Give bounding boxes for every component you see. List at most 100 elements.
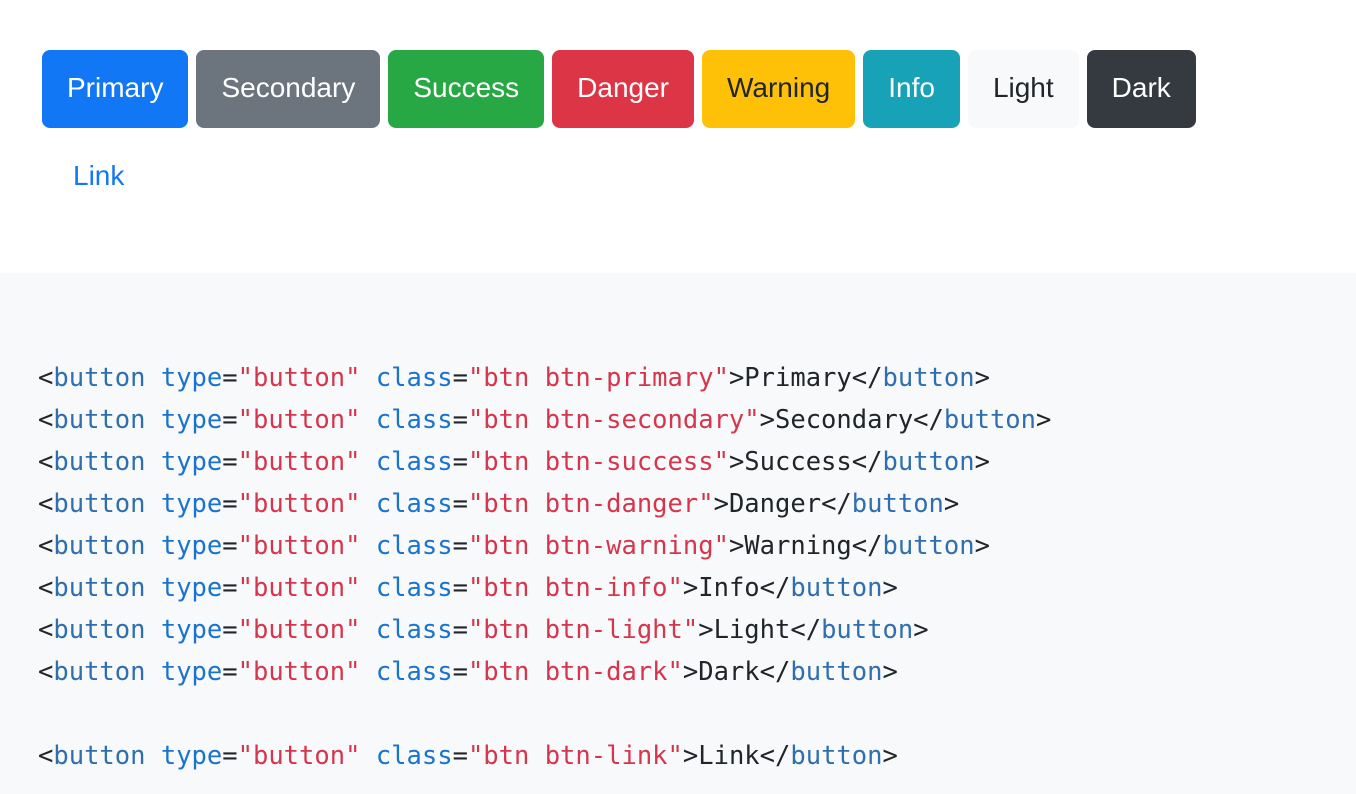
button-secondary[interactable]: Secondary bbox=[196, 50, 381, 128]
code-token-punc: > bbox=[882, 741, 898, 771]
code-token-punc: = bbox=[222, 447, 238, 477]
code-token-punc: < bbox=[38, 741, 54, 771]
code-token-punc bbox=[145, 741, 160, 771]
code-token-attr: class bbox=[375, 573, 453, 603]
code-token-punc: > bbox=[913, 615, 929, 645]
code-token-attr: type bbox=[160, 615, 223, 645]
code-token-punc: > bbox=[682, 573, 699, 603]
code-token-punc: = bbox=[222, 741, 238, 771]
code-token-punc: = bbox=[222, 573, 238, 603]
code-token-attr: class bbox=[375, 531, 453, 561]
code-line: <button type="button" class="btn btn-suc… bbox=[38, 441, 1356, 483]
code-line: <button type="button" class="btn btn-inf… bbox=[38, 567, 1356, 609]
button-success[interactable]: Success bbox=[388, 50, 545, 128]
button-primary[interactable]: Primary bbox=[42, 50, 189, 128]
code-token-str: "btn btn-success" bbox=[467, 447, 729, 477]
code-token-str: "btn btn-dark" bbox=[467, 657, 683, 687]
code-token-punc: = bbox=[222, 405, 238, 435]
code-token-punc: = bbox=[222, 657, 238, 687]
code-token-punc: > bbox=[759, 405, 775, 435]
code-token-str: "button" bbox=[237, 573, 361, 603]
code-line: <button type="button" class="btn btn-dan… bbox=[38, 483, 1356, 525]
button-info[interactable]: Info bbox=[863, 50, 960, 128]
code-token-punc: < bbox=[38, 489, 54, 519]
code-token-tag: button bbox=[882, 363, 975, 393]
code-token-punc bbox=[360, 489, 375, 519]
code-token-tag: button bbox=[821, 615, 914, 645]
code-token-str: "button" bbox=[237, 405, 361, 435]
code-token-punc: < bbox=[38, 531, 54, 561]
code-token-str: "button" bbox=[237, 363, 361, 393]
code-token-punc: > bbox=[974, 531, 990, 561]
code-token-punc: </ bbox=[759, 741, 791, 771]
button-link[interactable]: Link bbox=[48, 138, 149, 216]
code-token-punc: </ bbox=[851, 447, 883, 477]
button-preview-area: Primary Secondary Success Danger Warning Info… bbox=[0, 0, 1356, 273]
code-token-str: "btn btn-primary" bbox=[467, 363, 729, 393]
code-token-str: "btn btn-secondary" bbox=[467, 405, 760, 435]
code-token-punc: = bbox=[452, 615, 468, 645]
code-line: <button type="button" class="btn btn-sec… bbox=[38, 399, 1356, 441]
code-token-punc: </ bbox=[790, 615, 822, 645]
code-token-punc: < bbox=[38, 363, 54, 393]
code-token-punc bbox=[145, 531, 160, 561]
code-token-tag: button bbox=[53, 531, 146, 561]
code-token-attr: class bbox=[375, 405, 453, 435]
button-danger[interactable]: Danger bbox=[552, 50, 694, 128]
link-button-group: Link bbox=[42, 138, 1356, 216]
code-token-str: "btn btn-danger" bbox=[467, 489, 714, 519]
code-token-punc: = bbox=[452, 657, 468, 687]
code-token-tag: button bbox=[53, 657, 146, 687]
code-token-str: "btn btn-link" bbox=[467, 741, 683, 771]
code-token-punc: = bbox=[452, 741, 468, 771]
code-snippet: <button type="button" class="btn btn-pri… bbox=[38, 357, 1356, 777]
code-token-text: Secondary bbox=[775, 405, 914, 435]
code-token-punc: > bbox=[713, 489, 729, 519]
code-line: <button type="button" class="btn btn-pri… bbox=[38, 357, 1356, 399]
code-token-attr: class bbox=[375, 741, 453, 771]
code-token-tag: button bbox=[53, 489, 146, 519]
code-token-punc: > bbox=[698, 615, 714, 645]
code-token-tag: button bbox=[882, 531, 975, 561]
code-token-text: Link bbox=[698, 741, 760, 771]
code-token-attr: class bbox=[375, 615, 453, 645]
code-token-attr: type bbox=[160, 489, 223, 519]
code-token-punc: = bbox=[452, 531, 468, 561]
code-line: <button type="button" class="btn btn-lin… bbox=[38, 735, 1356, 777]
code-token-punc: > bbox=[882, 657, 898, 687]
code-token-str: "btn btn-info" bbox=[467, 573, 683, 603]
code-line: <button type="button" class="btn btn-dar… bbox=[38, 651, 1356, 693]
button-light[interactable]: Light bbox=[967, 50, 1079, 128]
code-token-attr: type bbox=[160, 573, 223, 603]
code-token-text: Success bbox=[744, 447, 852, 477]
code-token-punc bbox=[145, 363, 160, 393]
code-token-attr: class bbox=[375, 657, 453, 687]
code-token-punc: </ bbox=[759, 573, 791, 603]
code-token-punc bbox=[360, 531, 375, 561]
code-token-punc: > bbox=[728, 363, 745, 393]
code-token-punc: > bbox=[974, 363, 990, 393]
code-token-tag: button bbox=[53, 615, 146, 645]
code-token-text: Info bbox=[698, 573, 760, 603]
code-token-punc: = bbox=[452, 363, 468, 393]
code-token-tag: button bbox=[790, 573, 883, 603]
code-token-punc: < bbox=[38, 447, 54, 477]
code-token-punc: < bbox=[38, 615, 54, 645]
code-token-punc: </ bbox=[913, 405, 944, 435]
code-token-punc bbox=[360, 447, 375, 477]
code-token-punc: > bbox=[1036, 405, 1052, 435]
code-token-punc: < bbox=[38, 657, 54, 687]
code-token-text: Light bbox=[713, 615, 791, 645]
code-token-str: "button" bbox=[237, 489, 361, 519]
code-token-punc bbox=[145, 405, 160, 435]
button-dark[interactable]: Dark bbox=[1086, 50, 1196, 128]
code-token-punc: = bbox=[222, 531, 238, 561]
code-token-text: Primary bbox=[744, 363, 852, 393]
code-token-attr: type bbox=[160, 363, 223, 393]
code-token-punc bbox=[145, 573, 160, 603]
code-token-punc bbox=[360, 573, 375, 603]
code-token-punc: = bbox=[452, 405, 468, 435]
code-token-attr: type bbox=[160, 741, 223, 771]
button-warning[interactable]: Warning bbox=[702, 50, 856, 128]
